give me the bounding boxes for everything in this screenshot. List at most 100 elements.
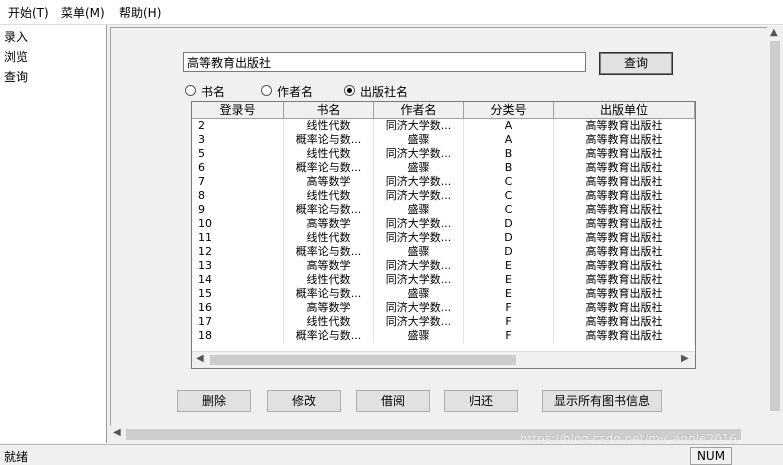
cell-login-no: 16 [192,301,284,315]
menu-start[interactable]: 开始(T) [4,4,53,21]
cell-book-name: 线性代数 [284,119,374,133]
cell-author: 同济大学数... [374,217,464,231]
column-header-category[interactable]: 分类号 [464,102,554,119]
cell-book-name: 线性代数 [284,147,374,161]
cell-category: F [464,329,554,343]
scroll-right-icon[interactable]: ▶ [681,353,689,364]
cell-login-no: 12 [192,245,284,259]
scroll-up-icon[interactable]: ▲ [770,27,778,38]
delete-button[interactable]: 删除 [177,390,251,412]
cell-author: 盛骤 [374,329,464,343]
table-horizontal-scrollbar[interactable]: ◀ ▶ [192,351,695,368]
cell-author: 盛骤 [374,133,464,147]
cell-publisher: 高等教育出版社 [554,273,695,287]
cell-publisher: 高等教育出版社 [554,147,695,161]
cell-author: 同济大学数... [374,315,464,329]
cell-category: C [464,203,554,217]
cell-category: C [464,189,554,203]
query-button[interactable]: 查询 [599,52,673,75]
show-all-books-button[interactable]: 显示所有图书信息 [542,390,662,412]
cell-login-no: 13 [192,259,284,273]
cell-book-name: 概率论与数... [284,245,374,259]
table-row[interactable]: 8 线性代数 同济大学数... C 高等教育出版社 [192,189,695,203]
cell-book-name: 线性代数 [284,189,374,203]
search-input[interactable]: 高等教育出版社 [183,52,586,72]
cell-publisher: 高等教育出版社 [554,287,695,301]
cell-category: F [464,301,554,315]
radio-label: 书名 [201,85,226,99]
cell-book-name: 线性代数 [284,315,374,329]
sidebar: 录入 浏览 查询 [0,25,107,443]
modify-button[interactable]: 修改 [267,390,341,412]
column-header-author[interactable]: 作者名 [374,102,464,119]
cell-login-no: 18 [192,329,284,343]
cell-book-name: 概率论与数... [284,287,374,301]
menu-help[interactable]: 帮助(H) [115,4,165,21]
cell-publisher: 高等教育出版社 [554,315,695,329]
cell-category: C [464,175,554,189]
scroll-left-icon[interactable]: ◀ [196,353,204,364]
table-row[interactable]: 3 概率论与数... 盛骤 A 高等教育出版社 [192,133,695,147]
radio-circle [344,85,355,96]
main-vertical-scrollbar[interactable]: ▲ [767,25,783,426]
cell-publisher: 高等教育出版社 [554,203,695,217]
scroll-thumb[interactable] [210,355,516,365]
scroll-thumb[interactable] [770,41,780,411]
scroll-left-icon[interactable]: ◀ [113,427,121,438]
cell-publisher: 高等教育出版社 [554,231,695,245]
table-row[interactable]: 16 高等数学 同济大学数... F 高等教育出版社 [192,301,695,315]
table-row[interactable]: 11 线性代数 同济大学数... D 高等教育出版社 [192,231,695,245]
cell-author: 同济大学数... [374,189,464,203]
table-row[interactable]: 2 线性代数 同济大学数... A 高等教育出版社 [192,119,695,133]
cell-publisher: 高等教育出版社 [554,175,695,189]
table-header: 登录号 书名 作者名 分类号 出版单位 [192,102,695,119]
column-header-login-no[interactable]: 登录号 [192,102,284,119]
cell-publisher: 高等教育出版社 [554,301,695,315]
cell-category: F [464,315,554,329]
table-row[interactable]: 14 线性代数 同济大学数... E 高等教育出版社 [192,273,695,287]
sidebar-item-input[interactable]: 录入 [4,28,28,45]
cell-book-name: 概率论与数... [284,161,374,175]
return-button[interactable]: 归还 [444,390,518,412]
cell-book-name: 线性代数 [284,273,374,287]
table-row[interactable]: 18 概率论与数... 盛骤 F 高等教育出版社 [192,329,695,343]
cell-login-no: 5 [192,147,284,161]
radio-label: 作者名 [277,85,314,99]
table-row[interactable]: 9 概率论与数... 盛骤 C 高等教育出版社 [192,203,695,217]
num-lock-indicator: NUM [690,447,732,465]
column-header-publisher[interactable]: 出版单位 [554,102,695,119]
cell-login-no: 14 [192,273,284,287]
table-row[interactable]: 13 高等数学 同济大学数... E 高等教育出版社 [192,259,695,273]
table-row[interactable]: 6 概率论与数... 盛骤 B 高等教育出版社 [192,161,695,175]
column-header-book-name[interactable]: 书名 [284,102,374,119]
cell-login-no: 15 [192,287,284,301]
cell-author: 同济大学数... [374,119,464,133]
cell-author: 同济大学数... [374,273,464,287]
table-row[interactable]: 15 概率论与数... 盛骤 E 高等教育出版社 [192,287,695,301]
cell-login-no: 3 [192,133,284,147]
book-table[interactable]: 登录号 书名 作者名 分类号 出版单位 2 线性代数 同济大学数... A 高等教育出版… [191,101,696,369]
table-row[interactable]: 12 概率论与数... 盛骤 D 高等教育出版社 [192,245,695,259]
cell-category: D [464,217,554,231]
menu-menu[interactable]: 菜单(M) [57,4,109,21]
table-row[interactable]: 5 线性代数 同济大学数... B 高等教育出版社 [192,147,695,161]
sidebar-item-query[interactable]: 查询 [4,68,28,85]
table-row[interactable]: 17 线性代数 同济大学数... F 高等教育出版社 [192,315,695,329]
cell-category: A [464,133,554,147]
cell-author: 盛骤 [374,203,464,217]
sidebar-item-browse[interactable]: 浏览 [4,48,28,65]
borrow-button[interactable]: 借阅 [356,390,430,412]
table-row[interactable]: 7 高等数学 同济大学数... C 高等教育出版社 [192,175,695,189]
table-row[interactable]: 10 高等数学 同济大学数... D 高等教育出版社 [192,217,695,231]
cell-publisher: 高等教育出版社 [554,161,695,175]
main-view: 高等教育出版社 查询 书名 作者名 出版社名 登录号 书名 作者名 分类号 出版… [108,25,783,443]
cell-category: D [464,245,554,259]
cell-login-no: 7 [192,175,284,189]
cell-category: B [464,147,554,161]
cell-publisher: 高等教育出版社 [554,245,695,259]
cell-book-name: 高等数学 [284,217,374,231]
cell-category: A [464,119,554,133]
cell-publisher: 高等教育出版社 [554,133,695,147]
menu-bar: 开始(T) 菜单(M) 帮助(H) [0,0,783,25]
cell-category: E [464,273,554,287]
